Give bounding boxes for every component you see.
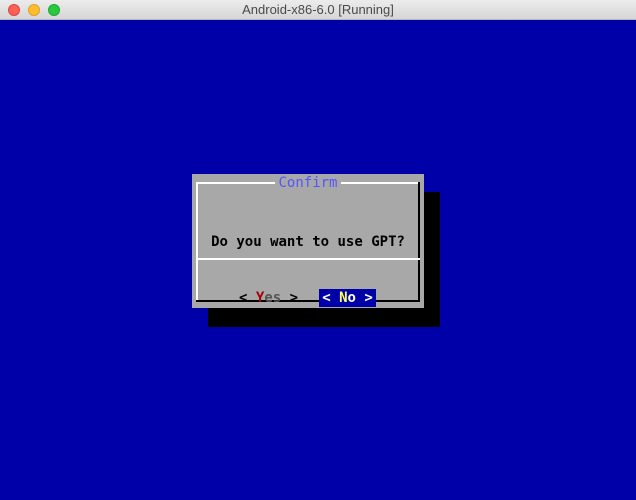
no-label-rest: o [347, 290, 356, 306]
dialog-divider [196, 258, 420, 260]
yes-right-bracket: > [289, 290, 299, 306]
yes-button[interactable]: < Yes > [239, 289, 299, 307]
vm-screen[interactable]: Confirm Do you want to use GPT? < Yes > … [0, 20, 636, 500]
window-title: Android-x86-6.0 [Running] [242, 2, 394, 17]
vm-window: Android-x86-6.0 [Running] Confirm Do you… [0, 0, 636, 500]
dialog-message: Do you want to use GPT? [211, 234, 405, 250]
dialog-title-text: Confirm [275, 175, 341, 191]
dialog-frame-bottom [196, 300, 420, 302]
window-titlebar[interactable]: Android-x86-6.0 [Running] [0, 0, 636, 20]
yes-label-rest: es [264, 290, 282, 306]
no-left-bracket: < [322, 290, 331, 306]
confirm-dialog: Confirm Do you want to use GPT? < Yes > … [192, 174, 424, 308]
no-hotkey: N [339, 290, 348, 306]
yes-left-bracket: < [239, 290, 248, 306]
dialog-title: Confirm [192, 175, 424, 191]
no-right-bracket: > [364, 290, 373, 306]
no-button[interactable]: < No > [319, 289, 376, 307]
